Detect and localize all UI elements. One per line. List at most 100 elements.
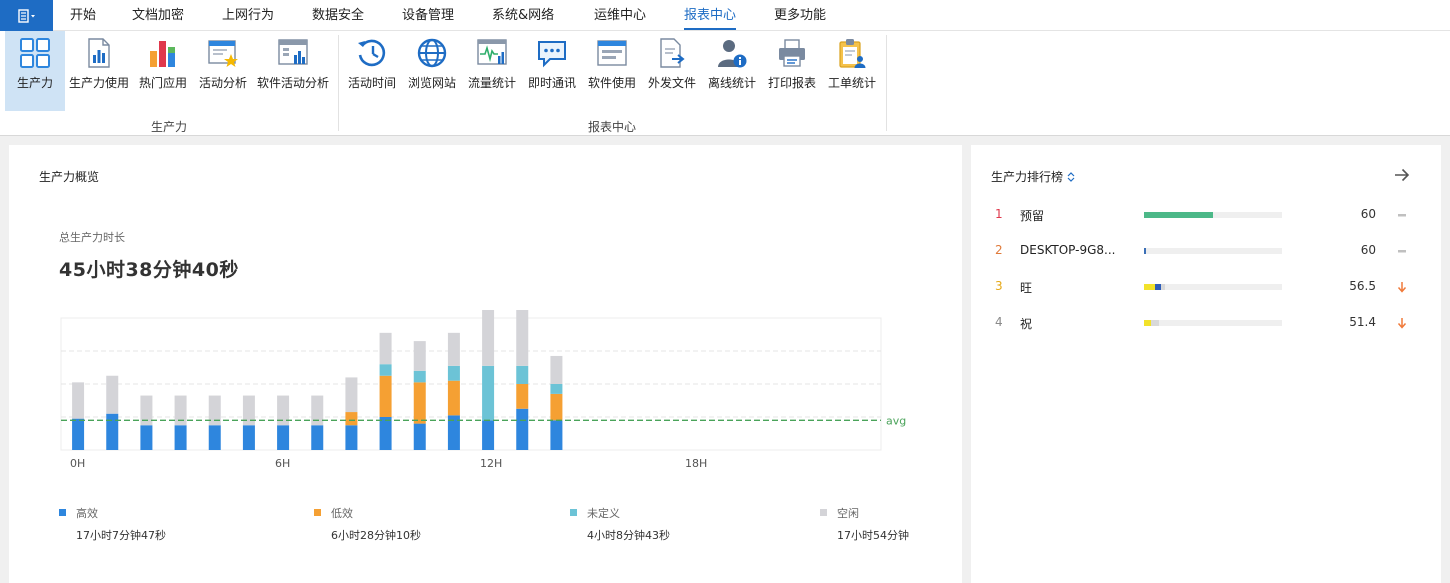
bar-segment [550,355,563,384]
productivity-overview-panel: 生产力概览 总生产力时长 45小时38分钟40秒 avg 0H 6H 12H 18H 高… [9,145,962,583]
menu-item-start[interactable]: 开始 [70,7,96,25]
menu-bar: 开始 文档加密 上网行为 数据安全 设备管理 系统&网络 运维中心 报表中心 更… [0,0,1450,31]
ribbon-productivity-usage-button[interactable]: 生产力使用 [68,31,130,111]
traffic-monitor-icon [477,39,507,65]
total-duration-value: 45小时38分钟40秒 [59,259,239,281]
legend-swatch [570,509,577,516]
bar-segment [379,332,392,365]
ribbon-label: 浏览网站 [407,76,456,90]
menu-item-device-management[interactable]: 设备管理 [402,7,454,25]
file-export-icon [660,38,685,68]
ranking-row[interactable]: 4 祝 51.4 [971,313,1447,333]
ribbon-toolbar: 生产力 生产力使用 热门应用 活动分析 软件活动分析 生产力 活动时间 浏览网站… [0,31,1450,136]
ribbon-label: 即时通讯 [527,76,576,90]
legend-value: 6小时28分钟10秒 [331,529,421,542]
menu-item-more-features[interactable]: 更多功能 [774,7,826,25]
printer-icon [779,39,805,67]
user-info-icon [718,40,747,68]
bar-segment [447,380,460,416]
ribbon-instant-messaging-button[interactable]: 即时通讯 [525,31,579,111]
legend-label: 高效 [76,507,98,520]
ribbon-browse-websites-button[interactable]: 浏览网站 [405,31,459,111]
rank-bar-segment [1144,248,1147,254]
rank-score: 51.4 [1349,315,1376,329]
bar-segment [72,418,85,450]
ranking-row[interactable]: 2 DESKTOP-9G8... 60 [971,241,1447,261]
legend-label: 低效 [331,507,353,520]
ribbon-outgoing-files-button[interactable]: 外发文件 [645,31,699,111]
trend-down-arrow-icon [1395,313,1409,333]
ribbon-software-usage-button[interactable]: 软件使用 [585,31,639,111]
bar-segment [413,382,426,424]
bar-segment [379,364,392,376]
menu-item-ops-center[interactable]: 运维中心 [594,7,646,25]
legend-value: 4小时8分钟43秒 [587,529,670,542]
ribbon-activity-analysis-button[interactable]: 活动分析 [196,31,250,111]
menu-item-data-security[interactable]: 数据安全 [312,7,364,25]
window-chart-icon [278,39,308,65]
ribbon-label: 工单统计 [827,76,876,90]
bar-segment [106,375,119,414]
ribbon-label: 软件使用 [587,76,636,90]
ribbon-offline-stats-button[interactable]: 离线统计 [705,31,759,111]
ribbon-ticket-stats-button[interactable]: 工单统计 [825,31,879,111]
ranking-row[interactable]: 1 预留 60 [971,205,1447,225]
bar-segment [482,310,495,366]
ribbon-separator [886,35,887,131]
ribbon-print-report-button[interactable]: 打印报表 [765,31,819,111]
clock-history-icon [358,39,386,67]
bar-segment [482,420,495,450]
legend-label: 空闲 [837,507,859,520]
menu-item-report-center[interactable]: 报表中心 [684,7,737,30]
avg-label: avg [886,414,906,427]
ribbon-group-label-report-center: 报表中心 [588,120,637,134]
ribbon-software-activity-button[interactable]: 软件活动分析 [255,31,331,111]
bar-segment [242,425,255,450]
rank-progress-bar [1144,284,1282,290]
app-menu-button[interactable] [0,0,53,31]
ribbon-popular-apps-button[interactable]: 热门应用 [136,31,190,111]
bar-segment [72,382,85,419]
ribbon-label: 生产力使用 [68,76,129,90]
ribbon-label: 生产力 [16,76,53,90]
bar-segment [345,377,358,413]
chat-bubble-icon [538,41,566,68]
bar-segment [379,375,392,417]
ribbon-label: 活动分析 [198,76,247,90]
rank-name: 旺 [1020,281,1033,295]
arrow-right-icon[interactable] [1393,166,1411,184]
rank-number: 3 [995,279,1003,293]
legend-swatch [314,509,321,516]
ribbon-label: 软件活动分析 [256,76,329,90]
ribbon-activity-time-button[interactable]: 活动时间 [345,31,399,111]
rank-bar-segment [1144,212,1213,218]
grid-dashboard-icon [20,38,50,68]
bar-segment [447,332,460,366]
rank-score: 60 [1360,243,1376,257]
sort-icon[interactable] [1067,171,1075,183]
bar-segment [379,417,392,450]
menu-item-doc-encryption[interactable]: 文档加密 [132,7,184,25]
ribbon-productivity-button[interactable]: 生产力 [5,31,65,111]
trend-down-arrow-icon [1395,277,1409,297]
ranking-row[interactable]: 3 旺 56.5 [971,277,1447,297]
bar-segment [550,420,563,450]
bar-segment [550,393,563,421]
bar-segment [447,365,460,381]
menu-item-system-network[interactable]: 系统&网络 [492,7,554,25]
rank-progress-bar [1144,212,1282,218]
rank-progress-bar [1144,248,1282,254]
legend-value: 17小时7分钟47秒 [76,529,166,542]
ribbon-traffic-stats-button[interactable]: 流量统计 [465,31,519,111]
bar-segment [550,384,563,394]
ribbon-label: 热门应用 [138,76,187,90]
rank-name: 预留 [1020,209,1045,223]
rank-bar-segment [1144,320,1151,326]
ribbon-label: 打印报表 [767,76,816,90]
menu-item-web-behavior[interactable]: 上网行为 [222,7,274,25]
clipboard-user-icon [839,39,866,68]
x-tick-label: 18H [685,457,707,470]
rank-bar-segment [1160,284,1165,290]
ribbon-label: 外发文件 [647,76,696,90]
bar-segment [277,425,290,450]
